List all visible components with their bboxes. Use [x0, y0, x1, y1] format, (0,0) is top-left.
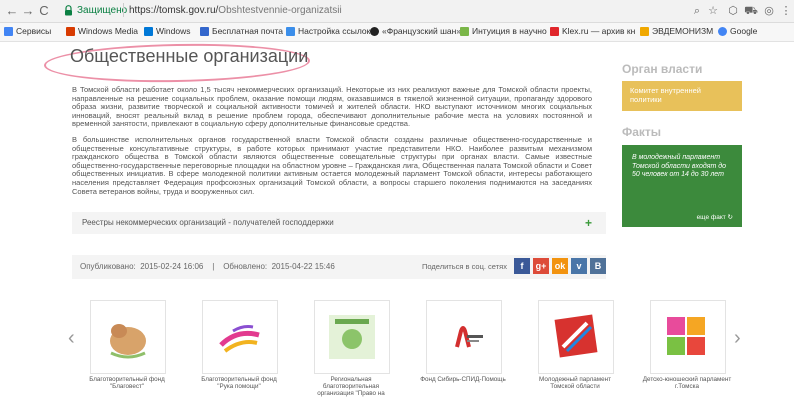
org-logo-ruka-pomoshchi[interactable]	[202, 300, 278, 374]
extension-icon[interactable]: ⬡	[726, 4, 740, 18]
bookmarks-bar: Сервисы Windows Media Windows Бесплатная…	[0, 23, 794, 42]
extension-circle-icon[interactable]: ◎	[762, 4, 776, 18]
bookmark-label: Windows	[156, 26, 191, 36]
structures-paragraph: В большинстве исполнительных органов гос…	[72, 135, 592, 196]
url-separator	[123, 3, 124, 17]
odnoklassniki-share-icon[interactable]: ok	[552, 258, 568, 274]
back-button[interactable]: ←	[4, 3, 20, 19]
bookmark-label: «Французский шан»	[382, 26, 462, 36]
googleplus-share-icon[interactable]: g+	[533, 258, 549, 274]
more-fact-button[interactable]: еще факт ↻	[697, 213, 733, 221]
helping-hand-logo-icon	[219, 325, 260, 353]
forward-button[interactable]: →	[20, 3, 36, 19]
bookmark-label: Сервисы	[16, 26, 52, 36]
cart-icon[interactable]: ⛟	[744, 4, 758, 18]
org-caption[interactable]: Детско-юношеский парламент г.Томска	[642, 376, 732, 390]
menu-icon[interactable]: ⋮	[779, 4, 793, 18]
bookmark-services[interactable]: Сервисы	[4, 26, 51, 36]
org-logo-pravo-na[interactable]	[314, 300, 390, 374]
more-fact-label: еще факт	[696, 214, 726, 221]
org-logo-blagovest[interactable]	[90, 300, 166, 374]
authority-link[interactable]: Комитет внутренней политики	[630, 86, 730, 104]
bookmark-intuition[interactable]: Интуиция в научно	[460, 26, 547, 36]
org-logo-sibir-spid[interactable]	[426, 300, 502, 374]
children-parliament-logo-icon	[667, 317, 705, 355]
klex-icon	[550, 26, 559, 36]
carousel-next-button[interactable]: ›	[734, 327, 741, 350]
bookmark-label: Настройка ссылок	[298, 26, 371, 36]
bookmark-label: Бесплатная почта	[212, 26, 284, 36]
facts-heading: Факты	[622, 125, 662, 139]
leaf-icon	[460, 26, 469, 36]
org-caption[interactable]: Региональная благотворительная организац…	[306, 376, 396, 398]
carousel-prev-button[interactable]: ‹	[68, 327, 75, 350]
circle-icon	[370, 26, 379, 36]
bookmark-label: Klex.ru — архив кн	[562, 26, 636, 36]
bookmark-label: ЭВДЕМОНИЗМ	[652, 26, 714, 36]
org-logo-youth-parliament[interactable]	[538, 300, 614, 374]
bookmark-label: Google	[730, 26, 758, 36]
youth-parliament-logo-icon	[554, 314, 598, 358]
bookmark-french[interactable]: «Французский шан»	[370, 26, 461, 36]
bookmark-windows[interactable]: Windows	[144, 26, 190, 36]
fact-text: В молодежный парламент Томской области в…	[632, 154, 726, 178]
secure-label: Защищено	[77, 5, 128, 16]
bookmark-link-settings[interactable]: Настройка ссылок	[286, 26, 370, 36]
reload-button[interactable]: C	[36, 3, 52, 19]
org-logo-children-parliament[interactable]	[650, 300, 726, 374]
bookmark-free-mail[interactable]: Бесплатная почта	[200, 26, 283, 36]
right-to-logo-icon	[329, 315, 375, 359]
org-caption[interactable]: Благотворительный фонд "Рука помощи"	[194, 376, 284, 390]
registries-accordion[interactable]: Реестры некоммерческих организаций - пол…	[72, 212, 606, 234]
bookmark-google[interactable]: Google	[718, 26, 757, 36]
org-caption[interactable]: Благотворительный фонд "Благовест"	[82, 376, 172, 390]
url-host: https://tomsk.gov.ru/	[129, 5, 219, 16]
windows-icon	[144, 26, 153, 36]
share-label: Поделиться в соц. сетях	[422, 262, 507, 271]
star-icon[interactable]: ☆	[706, 4, 720, 18]
bars-icon	[640, 26, 649, 36]
bookmark-label: Windows Media	[78, 26, 138, 36]
settings-icon	[286, 26, 295, 36]
facebook-share-icon[interactable]: f	[514, 258, 530, 274]
google-icon	[718, 26, 727, 36]
url-path: Obshtestvennie-organizatsii	[218, 5, 342, 16]
vkontakte-share-icon[interactable]: В	[590, 258, 606, 274]
url-field[interactable]: https://tomsk.gov.ru/Obshtestvennie-orga…	[129, 5, 342, 16]
authority-heading: Орган власти	[622, 62, 703, 76]
bookmark-eudemonism[interactable]: ЭВДЕМОНИЗМ	[640, 26, 713, 36]
address-bar: ← → C ⌂ Защищено https://tomsk.gov.ru/Ob…	[0, 0, 794, 23]
facts-box: В молодежный парламент Томской области в…	[622, 145, 742, 227]
aids-ribbon-logo-icon	[455, 326, 483, 348]
bookmark-label: Интуиция в научно	[472, 26, 547, 36]
org-caption[interactable]: Молодежный парламент Томской области	[530, 376, 620, 390]
publication-meta-bar: Опубликовано: 2015-02-24 16:06 | Обновле…	[72, 255, 606, 279]
mail-icon	[200, 26, 209, 36]
vk-share-icon[interactable]: v	[571, 258, 587, 274]
blagovest-logo-icon	[110, 324, 146, 359]
publication-dates: Опубликовано: 2015-02-24 16:06 | Обновле…	[80, 262, 335, 271]
expand-plus-icon[interactable]: +	[585, 216, 592, 230]
search-icon[interactable]: ⌕	[690, 4, 704, 18]
org-caption[interactable]: Фонд Сибирь-СПИД-Помощь	[418, 376, 508, 383]
authority-link-box[interactable]: Комитет внутренней политики	[622, 81, 742, 111]
intro-paragraph: В Томской области работает около 1,5 тыс…	[72, 85, 592, 129]
page-title: Общественные организации	[70, 46, 309, 66]
refresh-icon: ↻	[727, 214, 733, 221]
apps-icon	[4, 26, 13, 36]
lock-icon	[65, 5, 72, 16]
bookmark-windows-media[interactable]: Windows Media	[66, 26, 138, 36]
windows-media-icon	[66, 26, 75, 36]
accordion-label: Реестры некоммерческих организаций - пол…	[82, 218, 334, 227]
bookmark-klex[interactable]: Klex.ru — архив кн	[550, 26, 635, 36]
